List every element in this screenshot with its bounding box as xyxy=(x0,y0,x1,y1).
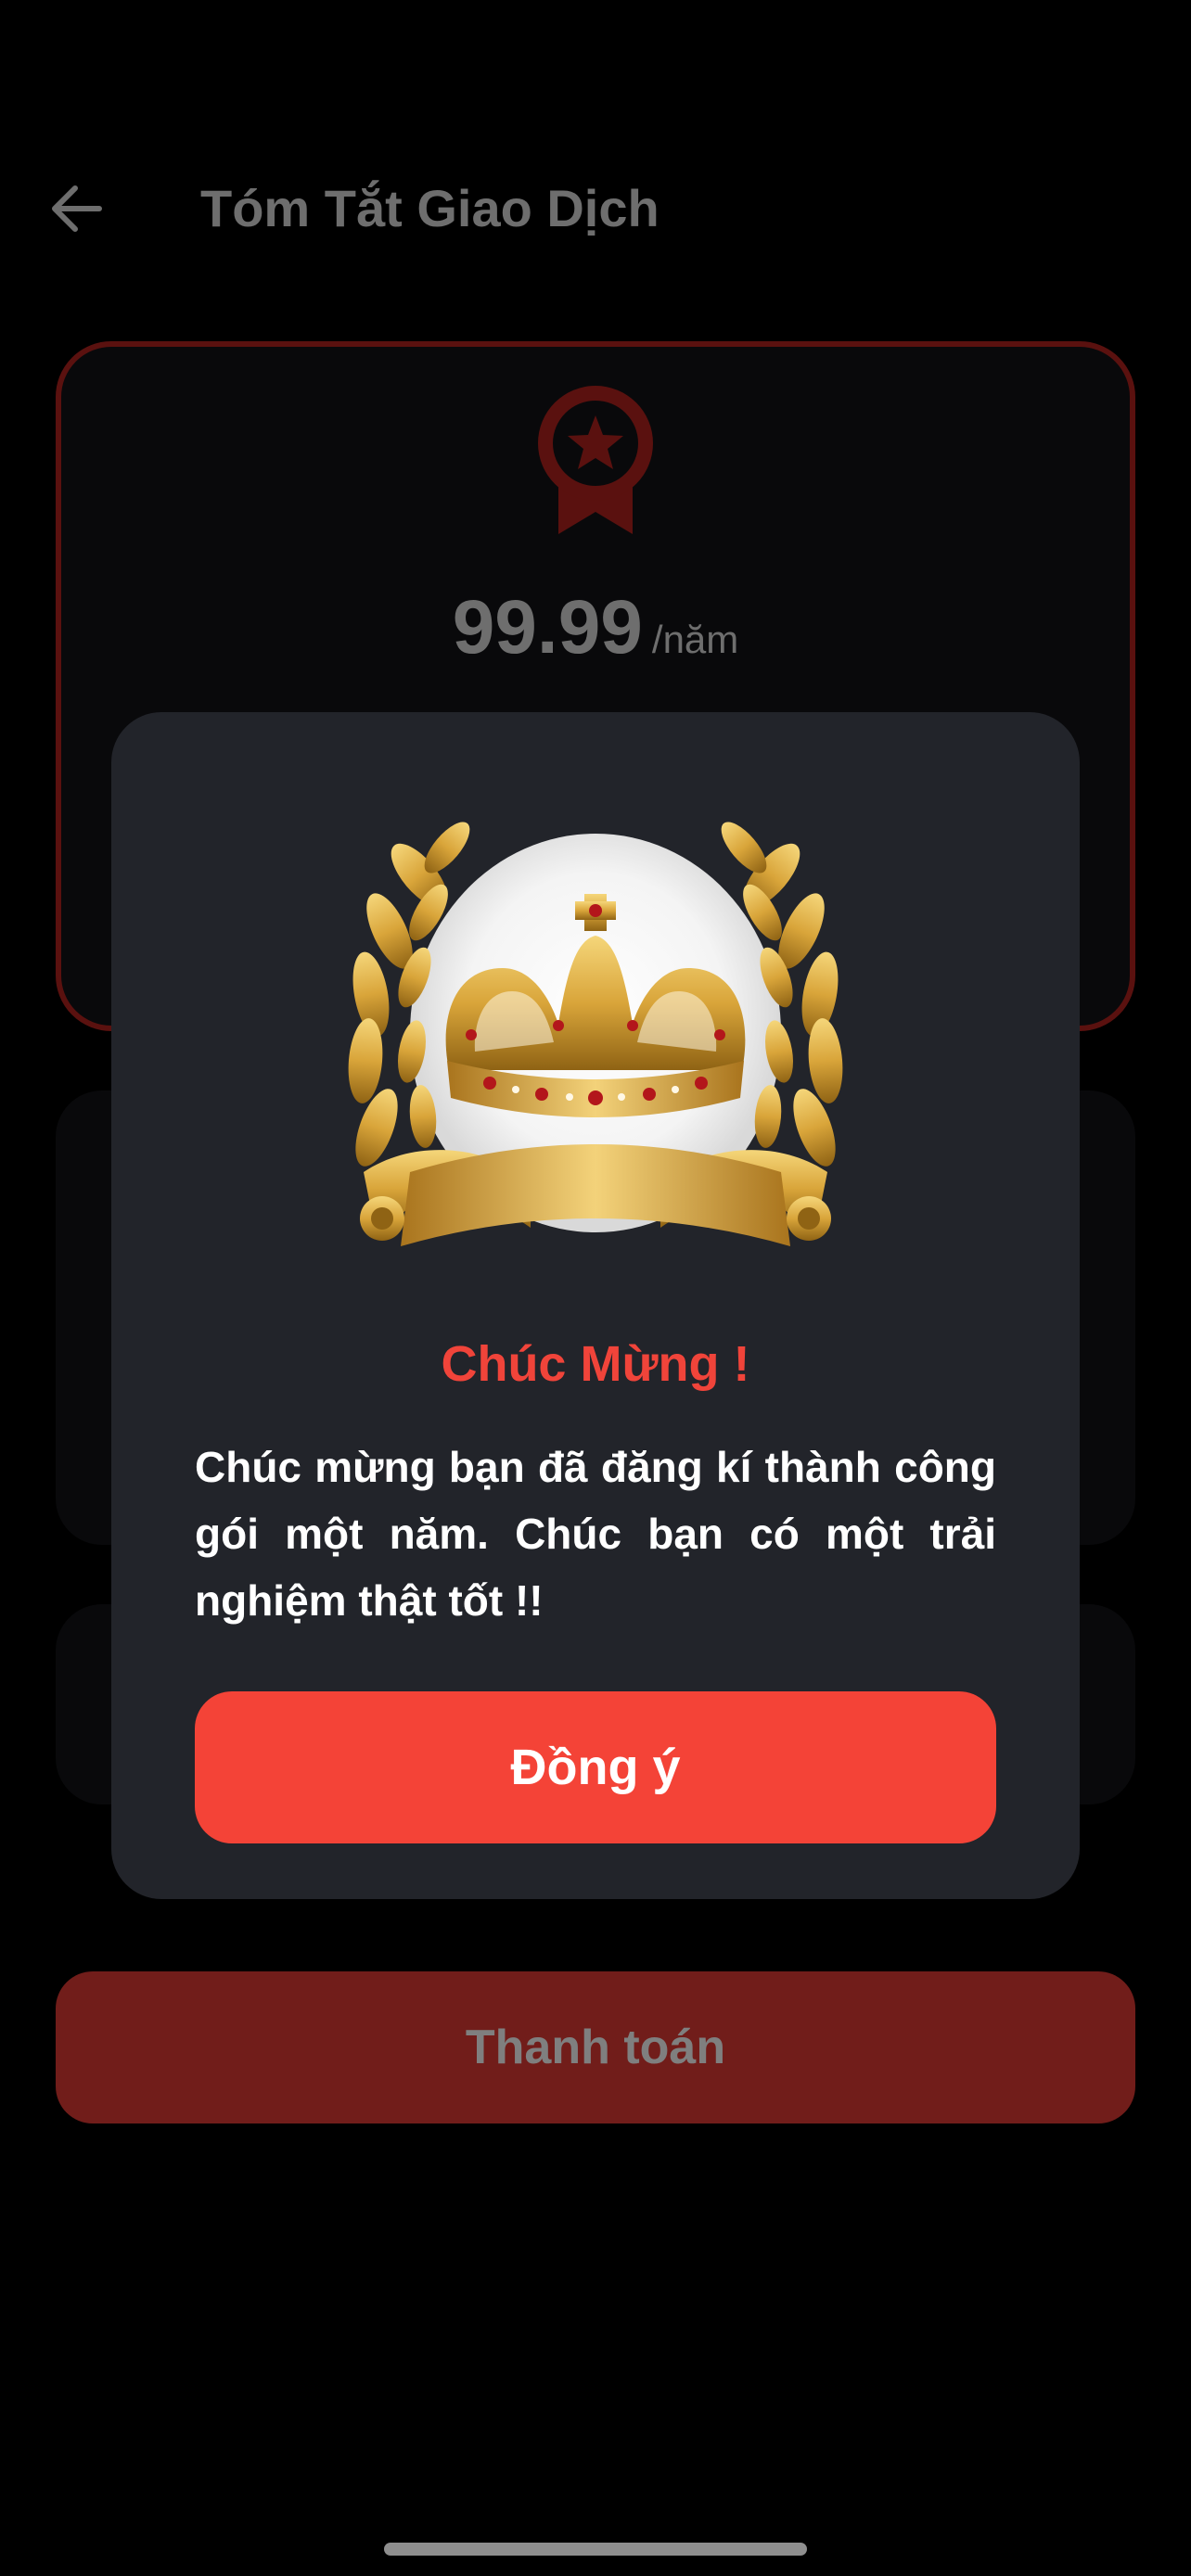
crown-emblem-icon xyxy=(348,822,843,1246)
home-indicator[interactable] xyxy=(384,2543,807,2556)
confirm-button[interactable]: Đồng ý xyxy=(195,1691,996,1843)
dialog-message: Chúc mừng bạn đã đăng kí thành công gói … xyxy=(195,1443,996,1625)
dialog-title: Chúc Mừng ! xyxy=(441,1336,750,1392)
